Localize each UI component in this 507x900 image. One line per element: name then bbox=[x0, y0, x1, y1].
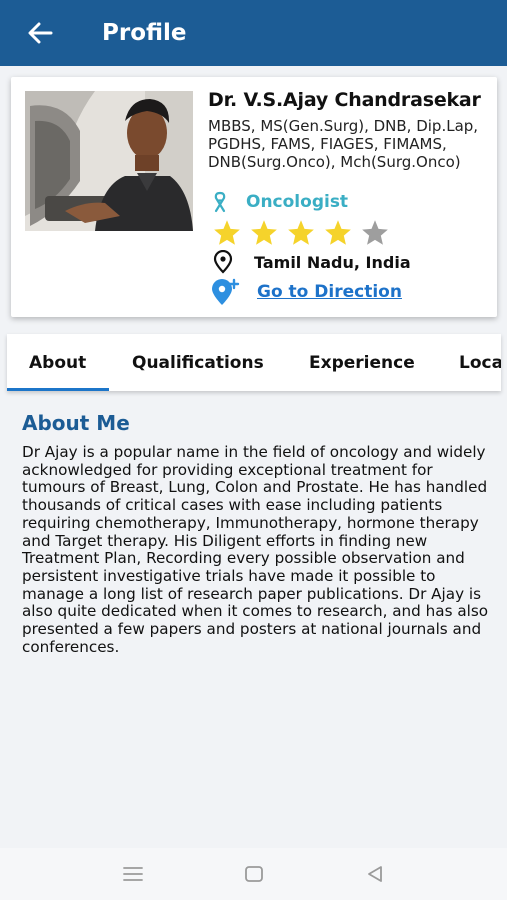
menu-icon bbox=[123, 867, 143, 881]
doctor-photo bbox=[25, 91, 193, 231]
add-location-icon bbox=[212, 278, 240, 305]
about-heading: About Me bbox=[22, 411, 130, 435]
doctor-profile-card: Dr. V.S.Ajay Chandrasekar MBBS, MS(Gen.S… bbox=[11, 77, 497, 317]
back-triangle-icon bbox=[368, 866, 382, 882]
back-button[interactable] bbox=[16, 9, 64, 57]
specialty-row: Oncologist bbox=[208, 190, 348, 214]
go-to-direction-link[interactable]: Go to Direction bbox=[257, 282, 402, 302]
tab-about[interactable]: About bbox=[29, 334, 86, 391]
home-button[interactable] bbox=[234, 858, 274, 890]
location-label: Tamil Nadu, India bbox=[254, 252, 411, 272]
system-nav-bar bbox=[0, 848, 507, 900]
specialty-label: Oncologist bbox=[246, 192, 349, 212]
arrow-left-icon bbox=[28, 22, 53, 44]
menu-button[interactable] bbox=[113, 858, 153, 890]
star-filled-icon bbox=[208, 217, 245, 247]
star-filled-icon bbox=[282, 217, 319, 247]
about-text: Dr Ajay is a popular name in the field o… bbox=[22, 443, 489, 656]
location-row: Tamil Nadu, India bbox=[212, 250, 411, 274]
star-filled-icon bbox=[319, 217, 356, 247]
direction-row: Go to Direction bbox=[210, 278, 402, 306]
tab-qualifications[interactable]: Qualifications bbox=[132, 334, 264, 391]
profile-tabs: About Qualifications Experience Loca bbox=[7, 334, 501, 391]
rating-stars bbox=[208, 217, 393, 247]
tab-experience[interactable]: Experience bbox=[309, 334, 415, 391]
home-square-icon bbox=[245, 866, 263, 882]
star-empty-icon bbox=[356, 217, 393, 247]
tab-location[interactable]: Loca bbox=[459, 334, 501, 391]
doctor-degrees: MBBS, MS(Gen.Surg), DNB, Dip.Lap, PGDHS,… bbox=[208, 117, 479, 171]
app-bar: Profile bbox=[0, 0, 507, 66]
back-nav-button[interactable] bbox=[355, 858, 395, 890]
page-title: Profile bbox=[102, 20, 187, 46]
doctor-name: Dr. V.S.Ajay Chandrasekar bbox=[208, 89, 481, 111]
location-pin-icon bbox=[213, 250, 233, 274]
active-tab-indicator bbox=[7, 388, 109, 391]
star-filled-icon bbox=[245, 217, 282, 247]
ribbon-icon bbox=[214, 191, 226, 213]
